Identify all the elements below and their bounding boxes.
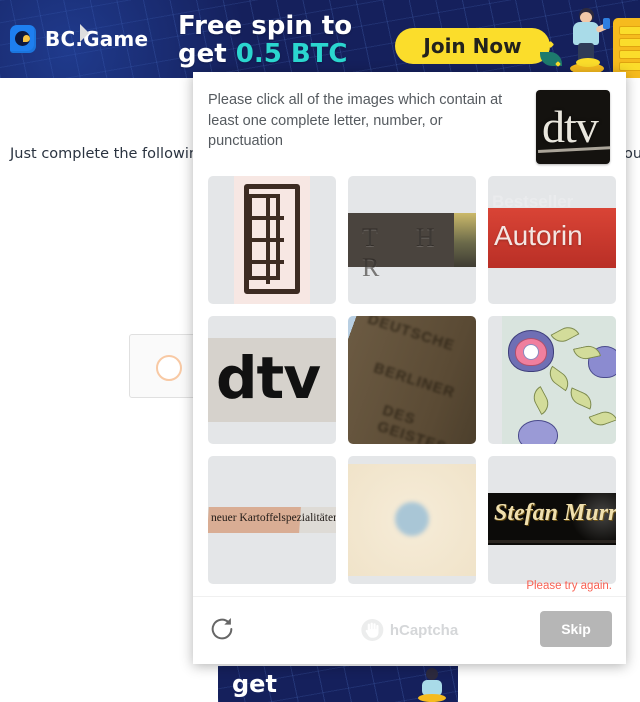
tile-dtv-logotype: dtv bbox=[208, 338, 336, 422]
banner-headline-prefix: get bbox=[178, 39, 236, 70]
hcaptcha-example-image: dtv bbox=[536, 90, 610, 164]
tile-floral-pattern bbox=[502, 316, 616, 444]
tile-blue-dot bbox=[348, 464, 476, 576]
hcaptcha-tile-9[interactable]: Stefan Murr bbox=[488, 456, 616, 584]
tile-2-text: T H R bbox=[362, 223, 451, 282]
hcaptcha-error-message: Please try again. bbox=[526, 580, 612, 592]
banner-headline-highlight: 0.5 BTC bbox=[235, 39, 348, 70]
tile-9-text: Stefan Murr bbox=[494, 500, 616, 526]
join-now-button[interactable]: Join Now bbox=[395, 28, 550, 64]
tile-red-banner: Bestseller Autorin bbox=[488, 192, 616, 268]
hcaptcha-image-grid: T H R Bestseller Autorin dtv DEUTSCHE BE… bbox=[208, 176, 616, 584]
hcaptcha-tile-5[interactable]: DEUTSCHE BERLINER DES GEISTES bbox=[348, 316, 476, 444]
hcaptcha-challenge-modal: Please click all of the images which con… bbox=[193, 72, 626, 664]
hcaptcha-checkbox-spinner-icon bbox=[156, 355, 182, 381]
hcaptcha-hand-icon bbox=[360, 619, 383, 641]
bottom-ad-banner[interactable]: get bbox=[218, 666, 458, 702]
hcaptcha-example-label: dtv bbox=[542, 101, 599, 152]
banner-character-illustration bbox=[560, 8, 614, 78]
top-ad-banner[interactable]: BC.Game Free spin to get 0.5 BTC Join No… bbox=[0, 0, 640, 78]
hcaptcha-tile-2[interactable]: T H R bbox=[348, 176, 476, 304]
hcaptcha-modal-pointer bbox=[80, 24, 89, 42]
hcaptcha-tile-8[interactable] bbox=[348, 456, 476, 584]
tile-3-text: Autorin bbox=[494, 220, 583, 251]
hcaptcha-header: Please click all of the images which con… bbox=[193, 72, 626, 168]
screen: BC.Game Free spin to get 0.5 BTC Join No… bbox=[0, 0, 640, 702]
tile-window-drawing bbox=[234, 176, 310, 304]
bottom-banner-text: get bbox=[232, 670, 277, 698]
skip-button[interactable]: Skip bbox=[540, 611, 612, 647]
bcgame-brand-label: BC.Game bbox=[45, 27, 149, 51]
hcaptcha-tile-7[interactable]: neuer Kartoffelspezialitäten bbox=[208, 456, 336, 584]
page-instruction-text: Just complete the following bbox=[10, 146, 208, 162]
bcgame-mark-icon bbox=[10, 25, 36, 53]
page-instruction-text-cutoff: ou bbox=[624, 146, 640, 162]
hcaptcha-brand-label: hCaptcha bbox=[389, 621, 459, 639]
hcaptcha-footer: Please try again. hCaptcha Skip bbox=[193, 580, 626, 664]
bottom-banner-character-illustration bbox=[414, 668, 454, 702]
tile-highlighted-text: neuer Kartoffelspezialitäten bbox=[208, 507, 336, 533]
tile-gold-plaque: Stefan Murr bbox=[488, 493, 616, 545]
hcaptcha-tile-1[interactable] bbox=[208, 176, 336, 304]
hcaptcha-tile-3[interactable]: Bestseller Autorin bbox=[488, 176, 616, 304]
hcaptcha-tile-4[interactable]: dtv bbox=[208, 316, 336, 444]
banner-gold-bars-illustration bbox=[613, 18, 640, 78]
refresh-icon[interactable] bbox=[208, 615, 236, 643]
tile-7-text: neuer Kartoffelspezialitäten bbox=[211, 512, 336, 524]
hcaptcha-tile-6[interactable] bbox=[488, 316, 616, 444]
hcaptcha-brand: hCaptcha bbox=[360, 619, 459, 641]
tile-4-text: dtv bbox=[216, 344, 321, 412]
tile-embossed-metal: T H R bbox=[348, 213, 476, 282]
tile-blurred-stamp: DEUTSCHE BERLINER DES GEISTES bbox=[348, 316, 476, 444]
hcaptcha-prompt-text: Please click all of the images which con… bbox=[208, 92, 503, 150]
